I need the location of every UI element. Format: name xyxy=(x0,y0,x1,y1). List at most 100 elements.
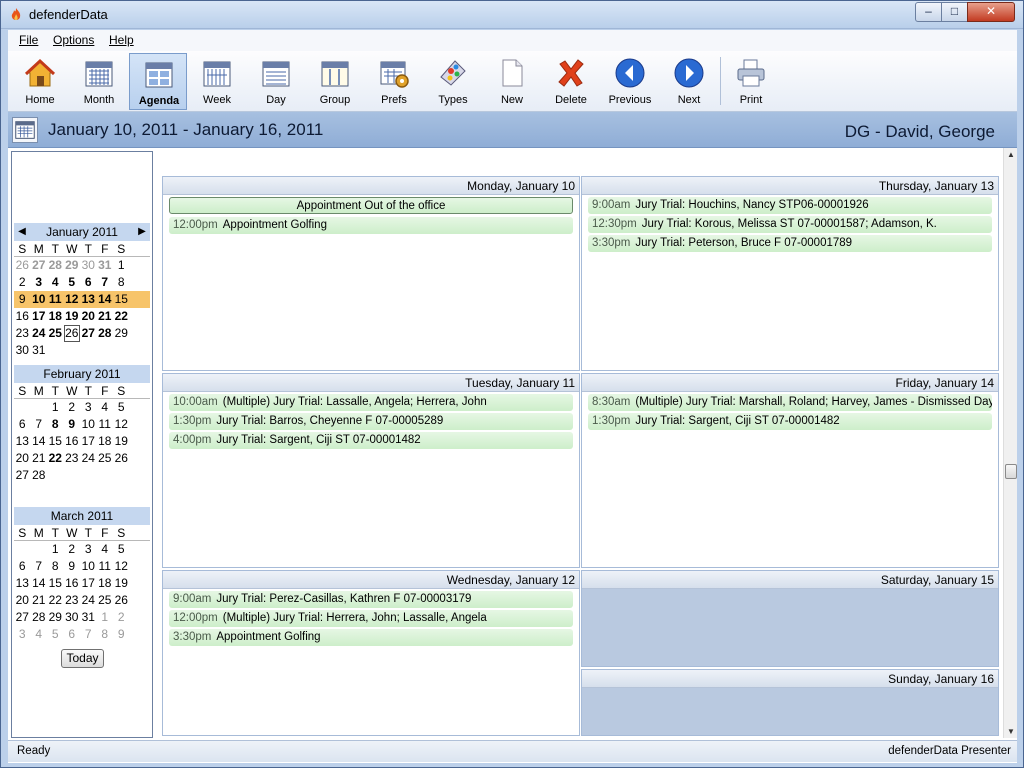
calendar-day[interactable]: 26 xyxy=(63,325,80,342)
calendar-day[interactable]: 28 xyxy=(31,609,48,626)
next-button[interactable]: Next xyxy=(660,53,718,110)
calendar-day[interactable]: 31 xyxy=(97,257,114,274)
calendar-day[interactable]: 14 xyxy=(97,291,114,308)
maximize-button[interactable]: □ xyxy=(941,2,968,22)
calendar-day[interactable]: 27 xyxy=(14,467,31,484)
print-button[interactable]: Print xyxy=(722,53,780,110)
types-button[interactable]: Types xyxy=(424,53,482,110)
today-button[interactable]: Today xyxy=(61,649,104,668)
calendar-day[interactable]: 24 xyxy=(80,592,97,609)
calendar-day[interactable]: 4 xyxy=(97,541,114,558)
calendar-day[interactable]: 6 xyxy=(14,558,31,575)
calendar-day[interactable]: 1 xyxy=(47,541,64,558)
day-saturday[interactable]: Saturday, January 15 xyxy=(581,570,999,667)
calendar-day[interactable]: 10 xyxy=(31,291,48,308)
calendar-day[interactable]: 12 xyxy=(113,558,130,575)
close-button[interactable]: ✕ xyxy=(967,2,1015,22)
calendar-day[interactable]: 23 xyxy=(14,325,31,342)
vertical-scrollbar[interactable]: ▲ ▼ xyxy=(1003,148,1017,738)
calendar-day[interactable]: 30 xyxy=(64,609,81,626)
calendar-day[interactable]: 14 xyxy=(31,433,48,450)
calendar-day[interactable]: 2 xyxy=(64,399,81,416)
calendar-day[interactable]: 12 xyxy=(64,291,81,308)
calendar-day[interactable]: 24 xyxy=(31,325,48,342)
appointment[interactable]: 10:00am (Multiple) Jury Trial: Lassalle, … xyxy=(169,394,573,411)
calendar-day[interactable]: 20 xyxy=(14,592,31,609)
calendar-day[interactable]: 23 xyxy=(64,450,81,467)
calendar-day[interactable]: 7 xyxy=(31,416,48,433)
calendar-day[interactable]: 11 xyxy=(47,291,64,308)
new-button[interactable]: New xyxy=(483,53,541,110)
calendar-day[interactable]: 5 xyxy=(113,541,130,558)
calendar-day[interactable]: 26 xyxy=(113,592,130,609)
day-friday[interactable]: Friday, January 14 8:30am (Multiple) Jury… xyxy=(581,373,999,568)
calendar-day[interactable]: 13 xyxy=(80,291,97,308)
calendar-day[interactable]: 18 xyxy=(47,308,64,325)
calendar-day[interactable]: 21 xyxy=(31,592,48,609)
calendar-day[interactable]: 24 xyxy=(80,450,97,467)
appointment[interactable]: 1:30pm Jury Trial: Barros, Cheyenne F 07-… xyxy=(169,413,573,430)
calendar-day[interactable]: 29 xyxy=(113,325,130,342)
day-button[interactable]: Day xyxy=(247,53,305,110)
calendar-day[interactable]: 1 xyxy=(113,257,130,274)
calendar-day[interactable]: 22 xyxy=(47,592,64,609)
week-button[interactable]: Week xyxy=(188,53,246,110)
calendar-day[interactable]: 30 xyxy=(80,257,97,274)
allday-event[interactable]: Appointment Out of the office xyxy=(169,197,573,214)
calendar-day[interactable]: 25 xyxy=(47,325,64,342)
calendar-day[interactable]: 7 xyxy=(97,274,114,291)
calendar-day[interactable]: 5 xyxy=(113,399,130,416)
next-month-arrow-icon[interactable]: ▶ xyxy=(136,223,148,241)
calendar-day[interactable]: 14 xyxy=(31,575,48,592)
calendar-day[interactable]: 26 xyxy=(113,450,130,467)
calendar-day[interactable]: 6 xyxy=(80,274,97,291)
calendar-day[interactable]: 4 xyxy=(31,626,48,643)
calendar-day[interactable]: 8 xyxy=(47,416,64,433)
calendar-day[interactable]: 27 xyxy=(14,609,31,626)
calendar-day[interactable]: 12 xyxy=(113,416,130,433)
calendar-day[interactable]: 29 xyxy=(64,257,81,274)
calendar-day[interactable]: 16 xyxy=(14,308,31,325)
group-button[interactable]: Group xyxy=(306,53,364,110)
calendar-day[interactable]: 16 xyxy=(64,433,81,450)
calendar-day[interactable]: 9 xyxy=(14,291,31,308)
calendar-day[interactable]: 1 xyxy=(47,399,64,416)
appointment[interactable]: 9:00am Jury Trial: Houchins, Nancy STP06-… xyxy=(588,197,992,214)
calendar-day[interactable]: 29 xyxy=(47,609,64,626)
scroll-down-arrow-icon[interactable]: ▼ xyxy=(1006,727,1016,736)
calendar-day[interactable]: 19 xyxy=(113,575,130,592)
calendar-day[interactable]: 21 xyxy=(31,450,48,467)
prefs-button[interactable]: Prefs xyxy=(365,53,423,110)
calendar-day[interactable]: 2 xyxy=(14,274,31,291)
calendar-day[interactable]: 9 xyxy=(64,416,81,433)
calendar-day[interactable]: 19 xyxy=(64,308,81,325)
prev-month-arrow-icon[interactable]: ◀ xyxy=(16,223,28,241)
calendar-day[interactable]: 3 xyxy=(31,274,48,291)
calendar-day[interactable]: 2 xyxy=(113,609,130,626)
calendar-day[interactable]: 20 xyxy=(14,450,31,467)
calendar-day[interactable]: 9 xyxy=(113,626,130,643)
calendar-day[interactable]: 13 xyxy=(14,575,31,592)
menu-help[interactable]: Help xyxy=(109,33,134,47)
calendar-day[interactable]: 9 xyxy=(64,558,81,575)
calendar-day[interactable]: 8 xyxy=(97,626,114,643)
previous-button[interactable]: Previous xyxy=(601,53,659,110)
day-wednesday[interactable]: Wednesday, January 12 9:00am Jury Trial: … xyxy=(162,570,580,736)
scroll-up-arrow-icon[interactable]: ▲ xyxy=(1006,150,1016,159)
calendar-day[interactable]: 28 xyxy=(47,257,64,274)
appointment[interactable]: 12:30pm Jury Trial: Korous, Melissa ST 07… xyxy=(588,216,992,233)
calendar-day[interactable]: 11 xyxy=(97,558,114,575)
calendar-day[interactable]: 31 xyxy=(31,342,48,359)
calendar-day[interactable]: 31 xyxy=(80,609,97,626)
calendar-day[interactable]: 3 xyxy=(80,399,97,416)
appointment[interactable]: 12:00pm (Multiple) Jury Trial: Herrera, J… xyxy=(169,610,573,627)
calendar-day[interactable]: 15 xyxy=(47,575,64,592)
calendar-day[interactable]: 27 xyxy=(80,325,97,342)
month-button[interactable]: Month xyxy=(70,53,128,110)
calendar-day[interactable]: 13 xyxy=(14,433,31,450)
calendar-day[interactable]: 6 xyxy=(14,416,31,433)
calendar-day[interactable]: 25 xyxy=(97,592,114,609)
calendar-day[interactable]: 21 xyxy=(97,308,114,325)
home-button[interactable]: Home xyxy=(11,53,69,110)
calendar-day[interactable]: 27 xyxy=(31,257,48,274)
